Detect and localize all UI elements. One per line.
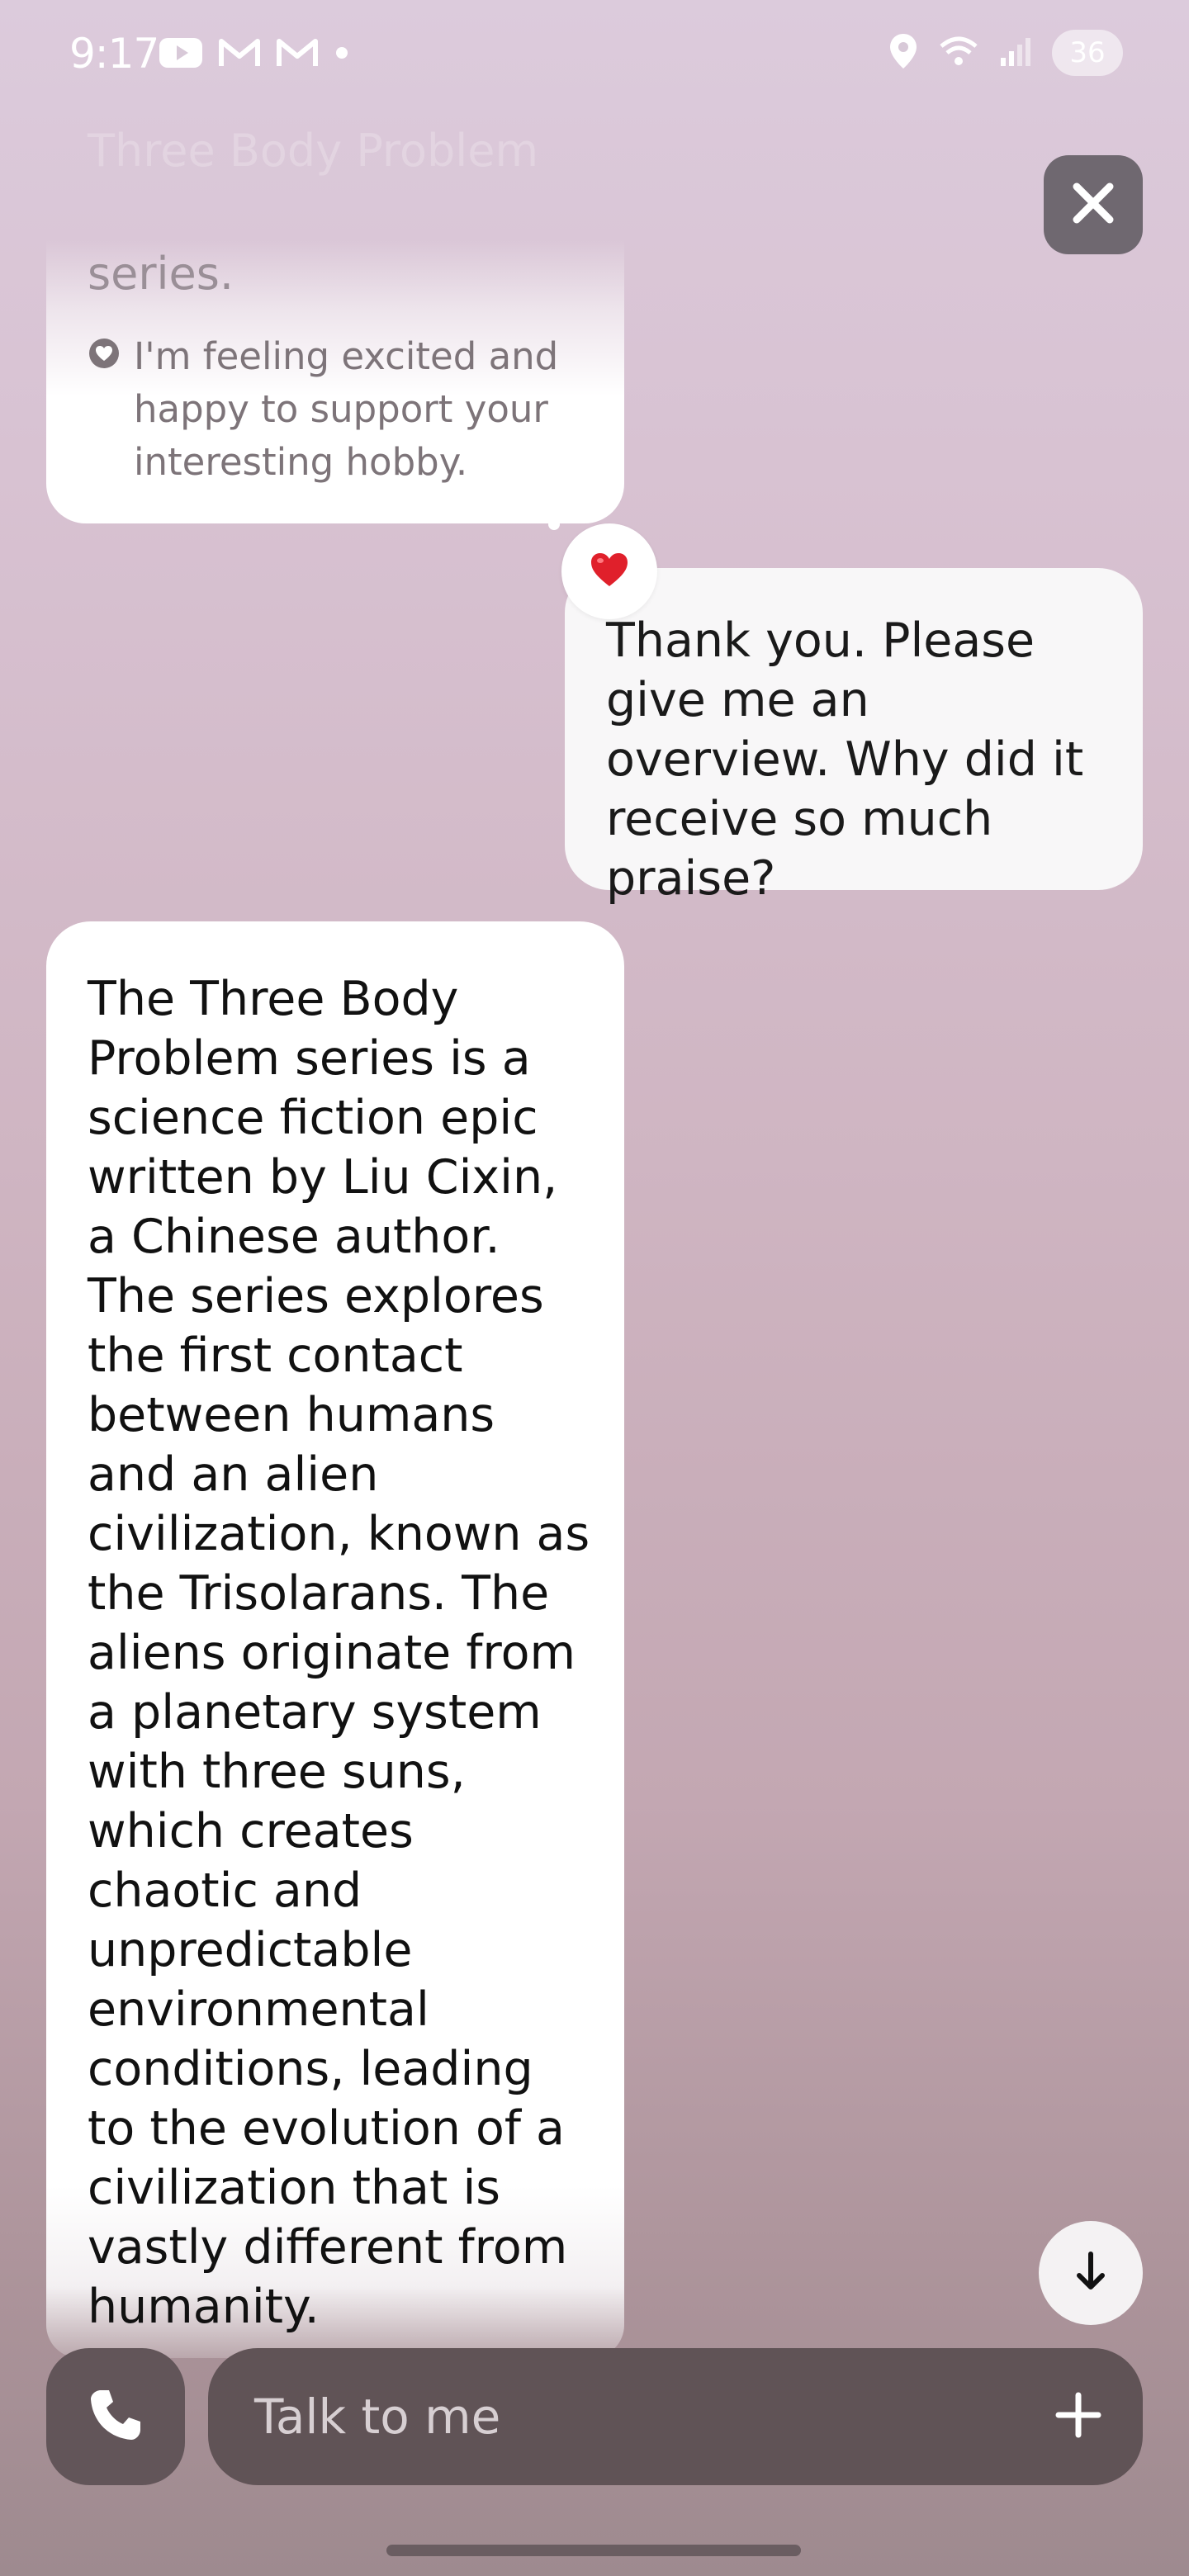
call-button[interactable]	[46, 2348, 185, 2485]
close-icon	[1070, 180, 1116, 230]
gmail-icon	[276, 36, 319, 73]
ai-message-bubble[interactable]: The Three Body Problem series is a scien…	[46, 921, 624, 2358]
signal-icon	[999, 35, 1032, 71]
status-system-icons: 36	[888, 30, 1123, 76]
previous-message-tail: series.	[88, 248, 234, 300]
dot-icon	[334, 45, 350, 64]
wifi-icon	[938, 35, 979, 71]
location-icon	[888, 32, 918, 73]
battery-indicator: 36	[1052, 30, 1123, 76]
message-input-placeholder: Talk to me	[254, 2389, 501, 2445]
arrow-down-icon	[1073, 2251, 1109, 2295]
youtube-icon	[159, 36, 203, 73]
status-notification-icons	[159, 36, 350, 73]
add-button[interactable]	[1037, 2375, 1120, 2458]
previous-message-bubble: series. I'm feeling excited and happy to…	[46, 239, 624, 523]
emotion-text: I'm feeling excited and happy to support…	[134, 334, 559, 484]
user-message-bubble[interactable]: Thank you. Please give me an overview. W…	[565, 568, 1143, 906]
heart-outline-icon	[88, 337, 121, 370]
user-message-text: Thank you. Please give me an overview. W…	[606, 613, 1084, 906]
heart-icon	[590, 552, 629, 591]
home-indicator[interactable]	[386, 2545, 801, 2556]
heart-reaction-badge[interactable]	[561, 523, 657, 619]
plus-icon	[1054, 2390, 1103, 2443]
scroll-to-bottom-button[interactable]	[1039, 2221, 1143, 2325]
faded-previous-text: Three Body Problem	[88, 125, 539, 177]
gmail-icon	[218, 36, 261, 73]
reaction-connector	[548, 519, 560, 530]
message-input[interactable]: Talk to me	[208, 2348, 1143, 2485]
status-bar: 9:17 36	[0, 0, 1189, 107]
ai-message-text: The Three Body Problem series is a scien…	[88, 972, 590, 2334]
status-time: 9:17	[69, 30, 159, 78]
close-button[interactable]	[1044, 155, 1143, 254]
emotion-note: I'm feeling excited and happy to support…	[88, 330, 599, 489]
phone-icon	[86, 2385, 145, 2448]
